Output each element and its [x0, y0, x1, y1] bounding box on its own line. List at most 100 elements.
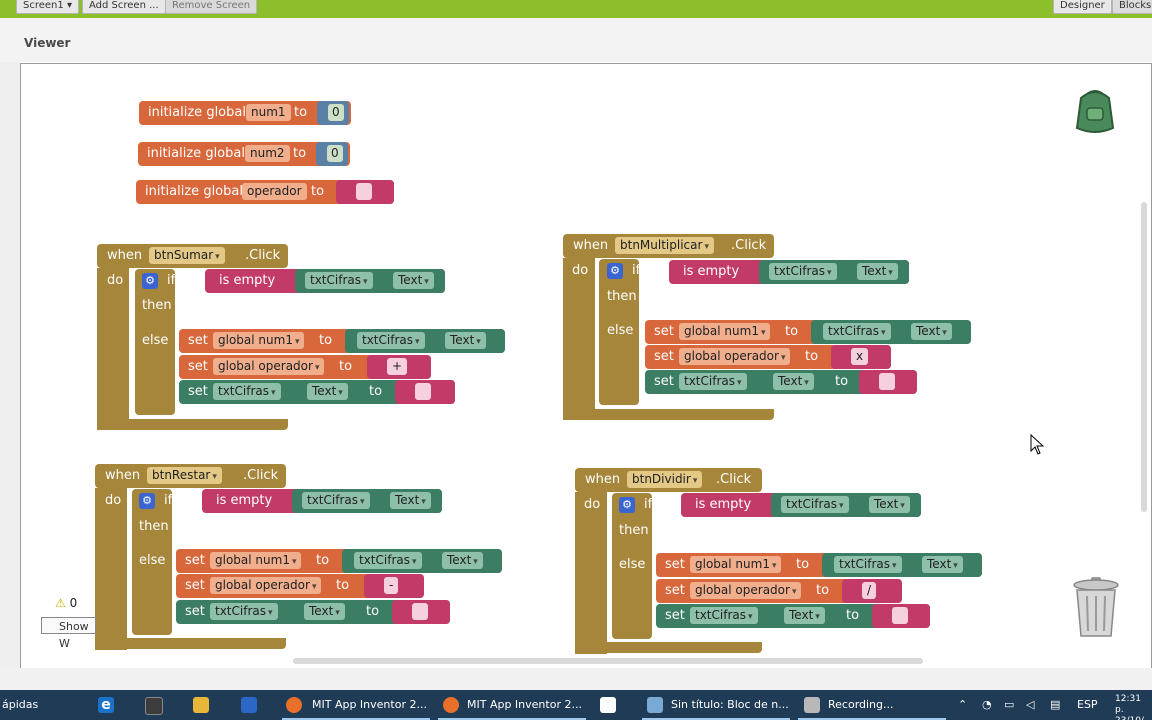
property-dropdown[interactable]: Text ▾ [911, 323, 952, 340]
component-getter-block[interactable]: txtCifras ▾ Text ▾ [295, 269, 445, 293]
component-dropdown[interactable]: txtCifras ▾ [823, 323, 891, 340]
property-dropdown[interactable]: Text ▾ [784, 607, 825, 624]
component-dropdown[interactable]: btnRestar ▾ [147, 467, 222, 484]
set-var1-block[interactable]: set global num1 ▾ to txtCifras ▾ Text ▾ [179, 329, 505, 353]
set-component-block[interactable]: set txtCifras ▾ Text ▾ to [656, 604, 930, 628]
mutator-gear-icon[interactable]: ⚙ [139, 493, 155, 509]
vertical-scrollbar[interactable] [1141, 202, 1147, 512]
event-header[interactable]: when btnDividir ▾ .Click [575, 468, 762, 492]
screen-select-button[interactable]: Screen1 ▾ [16, 0, 79, 14]
text-string-block[interactable]: x [831, 345, 891, 369]
component-dropdown[interactable]: txtCifras ▾ [210, 603, 278, 620]
recorder-icon[interactable] [804, 697, 820, 713]
component-getter-block[interactable]: txtCifras ▾ Text ▾ [771, 493, 921, 517]
text-string-block[interactable] [395, 380, 455, 404]
mutator-gear-icon[interactable]: ⚙ [607, 263, 623, 279]
component-dropdown[interactable]: txtCifras ▾ [781, 496, 849, 513]
show-warnings-button[interactable]: Show W [41, 617, 96, 650]
number-block[interactable]: 0 [317, 101, 349, 125]
notepad-icon[interactable] [647, 697, 663, 713]
text-value[interactable] [412, 603, 428, 620]
store-icon[interactable] [145, 697, 163, 715]
property-dropdown[interactable]: Text ▾ [445, 332, 486, 349]
variable-dropdown[interactable]: global num1 ▾ [210, 552, 302, 569]
backpack-icon[interactable] [1071, 84, 1119, 136]
mutator-gear-icon[interactable]: ⚙ [142, 273, 158, 289]
variable-dropdown[interactable]: global num1 ▾ [213, 332, 305, 349]
battery-icon[interactable]: ▭ [1004, 690, 1014, 720]
init-global-operador-block[interactable]: initialize global operador to [136, 180, 394, 204]
text-value[interactable]: + [387, 358, 408, 375]
property-dropdown[interactable]: Text ▾ [773, 373, 814, 390]
text-string-block[interactable] [872, 604, 930, 628]
trash-can-icon[interactable] [1072, 576, 1120, 640]
component-getter-block[interactable]: txtCifras ▾ Text ▾ [345, 329, 505, 353]
input-language[interactable]: ESP [1077, 690, 1098, 720]
component-dropdown[interactable]: txtCifras ▾ [213, 383, 281, 400]
text-string-block[interactable] [392, 600, 450, 624]
property-dropdown[interactable]: Text ▾ [869, 496, 910, 513]
text-string-block[interactable] [336, 180, 394, 204]
variable-dropdown[interactable]: global num1 ▾ [679, 323, 771, 340]
firefox-icon[interactable] [286, 697, 302, 713]
file-explorer-icon[interactable] [193, 697, 209, 713]
variable-dropdown[interactable]: global operador ▾ [210, 577, 322, 594]
set-var2-block[interactable]: set global operador ▾ to / [656, 579, 902, 603]
is-empty-block[interactable]: is empty txtCifras ▾ Text ▾ [205, 269, 445, 293]
keyboard-icon[interactable]: ▤ [1050, 690, 1060, 720]
set-component-block[interactable]: set txtCifras ▾ Text ▾ to [179, 380, 455, 404]
init-global-num2-block[interactable]: initialize global num2 to 0 [138, 142, 350, 166]
set-var2-block[interactable]: set global operador ▾ to - [176, 574, 424, 598]
taskbar-item-firefox-1[interactable]: MIT App Inventor 2... [312, 690, 427, 720]
variable-dropdown[interactable]: global operador ▾ [213, 358, 325, 375]
add-screen-button[interactable]: Add Screen ... [82, 0, 166, 14]
text-value[interactable] [879, 373, 895, 390]
set-component-block[interactable]: set txtCifras ▾ Text ▾ to [176, 600, 450, 624]
set-var2-block[interactable]: set global operador ▾ to + [179, 355, 431, 379]
edge-icon[interactable]: e [98, 697, 114, 713]
taskbar-item-recording[interactable]: Recording... [828, 690, 894, 720]
set-var1-block[interactable]: set global num1 ▾ to txtCifras ▾ Text ▾ [176, 549, 502, 573]
mutator-gear-icon[interactable]: ⚙ [619, 497, 635, 513]
set-var1-block[interactable]: set global num1 ▾ to txtCifras ▾ Text ▾ [656, 553, 982, 577]
component-dropdown[interactable]: txtCifras ▾ [679, 373, 747, 390]
set-var2-block[interactable]: set global operador ▾ to x [645, 345, 891, 369]
text-string-block[interactable]: - [364, 574, 424, 598]
component-dropdown[interactable]: txtCifras ▾ [834, 556, 902, 573]
volume-icon[interactable]: ◁ [1026, 690, 1034, 720]
is-empty-block[interactable]: is empty txtCifras ▾ Text ▾ [681, 493, 921, 517]
taskbar-item-firefox-2[interactable]: MIT App Inventor 2... [467, 690, 582, 720]
number-value[interactable]: 0 [328, 104, 344, 121]
property-dropdown[interactable]: Text ▾ [307, 383, 348, 400]
property-dropdown[interactable]: Text ▾ [304, 603, 345, 620]
property-dropdown[interactable]: Text ▾ [442, 552, 483, 569]
component-dropdown[interactable]: txtCifras ▾ [690, 607, 758, 624]
app-icon[interactable] [241, 697, 257, 713]
component-dropdown[interactable]: btnSumar ▾ [149, 247, 225, 264]
network-icon[interactable]: ◔ [982, 690, 992, 720]
set-component-block[interactable]: set txtCifras ▾ Text ▾ to [645, 370, 917, 394]
component-dropdown[interactable]: txtCifras ▾ [769, 263, 837, 280]
system-clock[interactable]: 12:31 p. 23/10/ [1115, 694, 1152, 727]
component-getter-block[interactable]: txtCifras ▾ Text ▾ [811, 320, 971, 344]
component-getter-block[interactable]: txtCifras ▾ Text ▾ [292, 489, 442, 513]
global-name-field[interactable]: num2 [245, 145, 290, 162]
component-dropdown[interactable]: btnDividir ▾ [627, 471, 703, 488]
is-empty-block[interactable]: is empty txtCifras ▾ Text ▾ [669, 260, 909, 284]
component-getter-block[interactable]: txtCifras ▾ Text ▾ [342, 549, 502, 573]
text-value[interactable] [356, 183, 372, 200]
horizontal-scrollbar[interactable] [293, 658, 923, 664]
set-var1-block[interactable]: set global num1 ▾ to txtCifras ▾ Text ▾ [645, 320, 971, 344]
text-value[interactable]: x [851, 348, 869, 365]
remove-screen-button[interactable]: Remove Screen [165, 0, 258, 14]
taskbar-item-notepad[interactable]: Sin título: Bloc de n... [671, 690, 789, 720]
property-dropdown[interactable]: Text ▾ [393, 272, 434, 289]
taskbar-search-text[interactable]: ápidas [2, 690, 38, 720]
firefox-icon[interactable] [443, 697, 459, 713]
property-dropdown[interactable]: Text ▾ [922, 556, 963, 573]
variable-dropdown[interactable]: global operador ▾ [679, 348, 791, 365]
blocks-workspace[interactable]: initialize global num1 to 0 initialize g… [20, 63, 1152, 670]
global-name-field[interactable]: num1 [246, 104, 291, 121]
component-dropdown[interactable]: txtCifras ▾ [354, 552, 422, 569]
init-global-num1-block[interactable]: initialize global num1 to 0 [139, 101, 351, 125]
